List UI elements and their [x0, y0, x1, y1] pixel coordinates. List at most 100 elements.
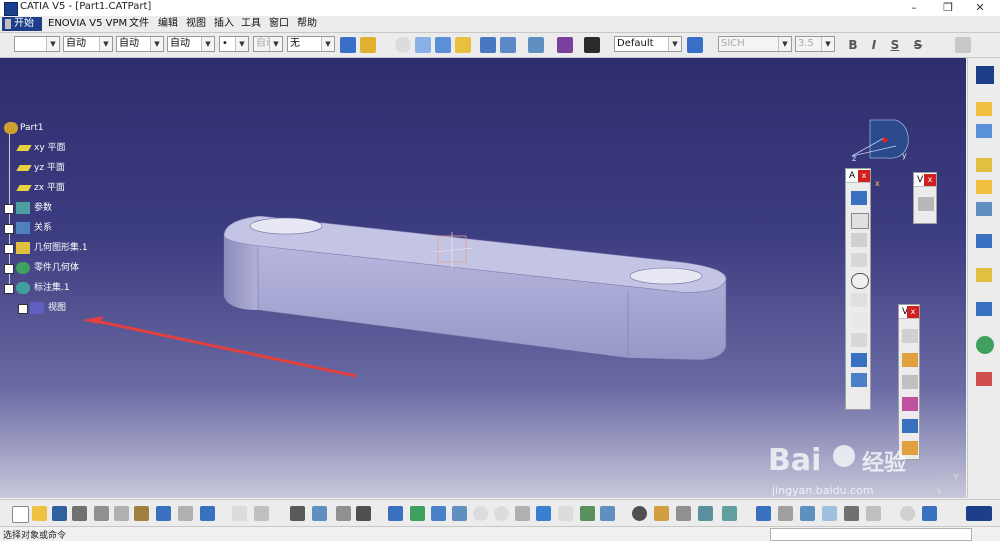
datum-icon[interactable]	[851, 253, 867, 267]
paste-icon[interactable]	[134, 506, 149, 521]
zoom-out-icon[interactable]	[494, 506, 509, 521]
annotation-toolbar-header[interactable]: Ax	[846, 169, 870, 183]
new-icon[interactable]	[12, 506, 29, 523]
catia-gear-icon[interactable]	[976, 336, 994, 354]
cumulated-dimension-icon[interactable]	[851, 353, 867, 367]
analysis-icon[interactable]	[722, 506, 737, 521]
menu-enovia[interactable]: ENOVIA V5 VPM	[48, 17, 127, 31]
sketch-icon[interactable]	[976, 158, 992, 172]
lock-icon[interactable]	[336, 506, 351, 521]
view-icon[interactable]	[918, 197, 934, 211]
normal-view-icon[interactable]	[515, 506, 530, 521]
layer-select[interactable]: 自动 ▼	[167, 36, 215, 52]
menu-start[interactable]: 开始	[2, 17, 42, 31]
render-icon[interactable]	[866, 506, 881, 521]
minimize-button[interactable]: –	[900, 0, 928, 16]
rotate-icon[interactable]	[902, 397, 918, 411]
menu-edit[interactable]: 编辑	[158, 17, 178, 31]
print-preview-icon[interactable]	[844, 506, 859, 521]
cube-shade-icon[interactable]	[500, 37, 516, 53]
tree-view-icon[interactable]	[312, 506, 327, 521]
question-icon[interactable]	[558, 506, 573, 521]
geometric-tolerance-icon[interactable]	[851, 273, 869, 289]
layer-icon[interactable]	[778, 506, 793, 521]
menu-tools[interactable]: 工具	[241, 17, 261, 31]
flag-note-icon[interactable]	[851, 233, 867, 247]
part-body[interactable]	[223, 215, 727, 361]
comment-icon[interactable]	[254, 506, 269, 521]
pan-icon[interactable]	[431, 506, 446, 521]
italic-button[interactable]: I	[866, 37, 882, 53]
style-select[interactable]: Default ▼	[614, 36, 682, 52]
point-select[interactable]: • ▼	[219, 36, 249, 52]
underline-button[interactable]: S	[887, 37, 903, 53]
light-icon[interactable]	[360, 37, 376, 53]
capture-icon[interactable]	[851, 373, 867, 387]
datum-target-icon[interactable]	[851, 293, 867, 307]
cube-icon[interactable]	[922, 506, 937, 521]
cut-icon[interactable]	[94, 506, 109, 521]
font-select[interactable]: SICH ▼	[718, 36, 792, 52]
measure-icon[interactable]	[976, 234, 992, 248]
material-icon[interactable]	[654, 506, 669, 521]
align-icon[interactable]	[955, 37, 971, 53]
cube-view-icon[interactable]	[480, 37, 496, 53]
strike-button[interactable]: S	[910, 37, 926, 53]
filter-select[interactable]: 无 ▼	[287, 36, 335, 52]
bold-button[interactable]: B	[845, 37, 861, 53]
macro-icon[interactable]	[356, 506, 371, 521]
views-toolbar-header[interactable]: Vx	[914, 173, 936, 187]
swap-icon[interactable]	[580, 506, 595, 521]
catalog-icon[interactable]	[698, 506, 713, 521]
hide-show-icon[interactable]	[600, 506, 615, 521]
command-input[interactable]	[770, 528, 972, 541]
linetype-select[interactable]: 自动 ▼	[63, 36, 113, 52]
formula-icon[interactable]	[232, 506, 247, 521]
view-plane-icon[interactable]	[851, 191, 867, 205]
open-icon[interactable]	[32, 506, 47, 521]
dimension-icon[interactable]	[851, 333, 867, 347]
refresh-icon[interactable]	[756, 506, 771, 521]
rotate-icon[interactable]	[452, 506, 467, 521]
camera-icon[interactable]	[976, 302, 992, 316]
views-toolbar-2-close[interactable]: x	[907, 306, 919, 318]
snap-icon[interactable]	[584, 37, 600, 53]
views-toolbar-2-header[interactable]: Vx	[899, 305, 919, 319]
hand-icon[interactable]	[902, 353, 918, 367]
whats-this-icon[interactable]	[200, 506, 215, 521]
roughness-icon[interactable]	[851, 313, 867, 327]
render-style-icon[interactable]	[528, 37, 544, 53]
style-brush-icon[interactable]	[687, 37, 703, 53]
save-icon[interactable]	[52, 506, 67, 521]
note-icon[interactable]	[976, 268, 992, 282]
fill-icon[interactable]	[455, 37, 471, 53]
annotation-toolbar-close[interactable]: x	[858, 170, 870, 182]
redo-icon[interactable]	[178, 506, 193, 521]
print-icon[interactable]	[72, 506, 87, 521]
window-icon[interactable]	[822, 506, 837, 521]
copy-icon[interactable]	[114, 506, 129, 521]
zoom-in-icon[interactable]	[473, 506, 488, 521]
restore-button[interactable]: ❐	[934, 0, 962, 16]
undo-icon[interactable]	[156, 506, 171, 521]
render-select[interactable]: 自动 ▼	[253, 36, 283, 52]
iso-view-icon[interactable]	[536, 506, 551, 521]
color-select[interactable]: ▼	[14, 36, 60, 52]
font-size-select[interactable]: 3.5 ▼	[795, 36, 835, 52]
views-toolbar-close[interactable]: x	[924, 174, 936, 186]
tree-icon[interactable]	[976, 202, 992, 216]
help-icon[interactable]	[900, 506, 915, 521]
list-icon[interactable]	[800, 506, 815, 521]
settings-icon[interactable]	[676, 506, 691, 521]
close-button[interactable]: ✕	[966, 0, 994, 16]
gear-icon[interactable]	[632, 506, 647, 521]
table-icon[interactable]	[290, 506, 305, 521]
menu-insert[interactable]: 插入	[214, 17, 234, 31]
menu-help[interactable]: 帮助	[297, 17, 317, 31]
pin-icon[interactable]	[976, 372, 992, 386]
select-icon[interactable]	[976, 102, 992, 116]
point-icon[interactable]	[395, 37, 411, 53]
axis-system-icon[interactable]	[902, 329, 918, 343]
thickness-select[interactable]: 自动 ▼	[116, 36, 164, 52]
geometry-icon[interactable]	[976, 180, 992, 194]
